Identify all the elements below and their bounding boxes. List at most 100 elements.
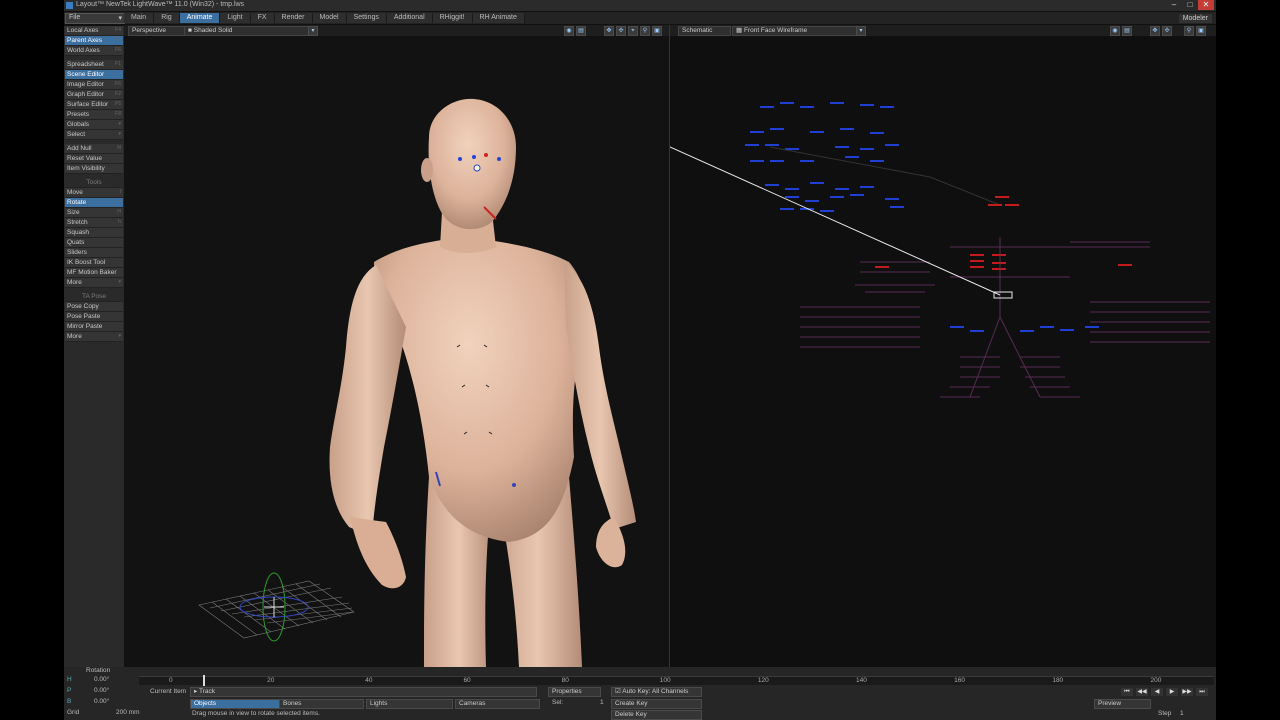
viewport-options-icon[interactable]: ▾	[308, 26, 318, 36]
selected-node[interactable]	[993, 291, 1013, 299]
menu-tab-animate[interactable]: Animate	[179, 13, 221, 23]
sidebar-item-sliders[interactable]: Sliders	[65, 248, 123, 258]
sidebar-item-squash[interactable]: Squash	[65, 228, 123, 238]
menu-tab-light[interactable]: Light	[220, 13, 251, 23]
current-item-dropdown[interactable]: ▸ Track	[190, 687, 537, 697]
render-mode-dropdown[interactable]: ■ Shaded Solid	[184, 26, 309, 36]
menu-tab-render[interactable]: Render	[274, 13, 313, 23]
frame-tick: 120	[757, 677, 769, 684]
goto-start-icon[interactable]: ⏮	[1121, 688, 1133, 696]
p-value-field[interactable]: 0.00°	[94, 687, 109, 695]
auto-key-dropdown[interactable]: ☑ Auto Key: All Channels	[611, 687, 702, 697]
menu-tab-rh-animate[interactable]: RH Animate	[472, 13, 525, 23]
schematic-graph[interactable]	[670, 37, 1216, 667]
wireframe-dropdown[interactable]: ▦ Front Face Wireframe	[732, 26, 857, 36]
sidebar-item-world-axes[interactable]: World Axes F6	[65, 46, 123, 56]
sidebar-item-item-visibility[interactable]: Item Visibility	[65, 164, 123, 174]
search-icon[interactable]: ⚲	[640, 26, 650, 36]
sidebar-item-rotate[interactable]: Rotate y	[65, 198, 123, 208]
sidebar-item-pose-copy[interactable]: Pose Copy	[65, 302, 123, 312]
maximize-view-icon[interactable]: ▣	[652, 26, 662, 36]
maximize-icon[interactable]: □	[1182, 0, 1198, 10]
sidebar-item-local-axes[interactable]: Local Axes F4	[65, 26, 123, 36]
perspective-viewport[interactable]	[124, 37, 669, 667]
frame-ruler[interactable]: 020406080100120140160180200216	[139, 675, 1214, 686]
menu-tab-main[interactable]: Main	[124, 13, 155, 23]
sidebar-item-spreadsheet[interactable]: Spreadsheet F1	[65, 60, 123, 70]
sidebar-item-select[interactable]: Select ▾	[65, 130, 123, 140]
menu-bar: File ▾ Main Rig Animate Light FX Render Model Se…	[64, 12, 1216, 24]
delete-key-button[interactable]: Delete Key	[611, 710, 702, 720]
sidebar-item-globals[interactable]: Globals ▾	[65, 120, 123, 130]
character-model[interactable]	[124, 37, 669, 667]
menu-tab-rhiggit-[interactable]: RHiggit!	[432, 13, 473, 23]
tool-sidebar: Local Axes F4 Parent Axes F5 World Axes F6 Spr…	[64, 26, 124, 706]
sidebar-item-parent-axes[interactable]: Parent Axes F5	[65, 36, 123, 46]
sidebar-item-size[interactable]: Size H	[65, 208, 123, 218]
minimize-icon[interactable]: –	[1166, 0, 1182, 10]
sidebar-item-graph-editor[interactable]: Graph Editor F2	[65, 90, 123, 100]
camera-icon[interactable]: ◉	[564, 26, 574, 36]
timeline-playhead[interactable]	[203, 675, 206, 686]
sidebar-item-add-null[interactable]: Add Null N	[65, 144, 123, 154]
bones-toggle[interactable]: Bones	[279, 699, 364, 709]
sidebar-item-mf-motion-baker[interactable]: MF Motion Baker	[65, 268, 123, 278]
frame-tick: 140	[856, 677, 867, 684]
menu-tab-settings[interactable]: Settings	[346, 13, 387, 23]
frame-tick: 180	[1052, 677, 1064, 684]
sidebar-item-presets[interactable]: Presets F8	[65, 110, 123, 120]
sidebar-item-move[interactable]: Move t	[65, 188, 123, 198]
prev-key-icon[interactable]: ◀◀	[1136, 688, 1148, 696]
b-axis-label: B	[67, 698, 72, 705]
properties-button[interactable]: Properties	[548, 687, 601, 697]
sidebar-item-mirror-paste[interactable]: Mirror Paste	[65, 322, 123, 332]
menu-tab-fx[interactable]: FX	[250, 13, 275, 23]
lights-toggle[interactable]: Lights	[366, 699, 453, 709]
menu-tab-rig[interactable]: Rig	[154, 13, 180, 23]
step-value[interactable]: 1	[1180, 710, 1184, 718]
sidebar-item-reset-value[interactable]: Reset Value	[65, 154, 123, 164]
cameras-toggle[interactable]: Cameras	[455, 699, 540, 709]
next-key-icon[interactable]: ▶▶	[1181, 688, 1193, 696]
zoom-view-icon[interactable]: ⌖	[628, 26, 638, 36]
sidebar-item-stretch[interactable]: Stretch h	[65, 218, 123, 228]
search-icon[interactable]: ⚲	[1184, 26, 1194, 36]
grid-value[interactable]: 200 mm	[116, 709, 139, 717]
viewport-options-icon[interactable]: ▾	[856, 26, 866, 36]
sidebar-item-image-editor[interactable]: Image Editor F6	[65, 80, 123, 90]
frame-tick: 160	[954, 677, 966, 684]
schematic-dropdown[interactable]: Schematic	[678, 26, 731, 36]
sidebar-item-surface-editor[interactable]: Surface Editor F5	[65, 100, 123, 110]
modeler-button[interactable]: Modeler	[1178, 14, 1212, 23]
view-type-dropdown[interactable]: Perspective	[128, 26, 185, 36]
menu-tab-model[interactable]: Model	[312, 13, 347, 23]
play-icon[interactable]: ▶	[1166, 688, 1178, 696]
frame-tick: 20	[267, 677, 275, 684]
objects-toggle[interactable]: Objects	[190, 699, 281, 709]
move-view-icon[interactable]: ✥	[1150, 26, 1160, 36]
rotate-view-icon[interactable]: ✣	[1162, 26, 1172, 36]
sidebar-item-quats[interactable]: Quats	[65, 238, 123, 248]
rotate-view-icon[interactable]: ✣	[616, 26, 626, 36]
layout-icon[interactable]: ▤	[1122, 26, 1132, 36]
h-value-field[interactable]: 0.00°	[94, 676, 109, 684]
play-reverse-icon[interactable]: ◀	[1151, 688, 1163, 696]
goto-end-icon[interactable]: ⏭	[1196, 688, 1208, 696]
create-key-button[interactable]: Create Key	[611, 699, 702, 709]
close-icon[interactable]: ✕	[1198, 0, 1214, 10]
file-menu[interactable]: File ▾	[65, 13, 125, 24]
camera-icon[interactable]: ◉	[1110, 26, 1120, 36]
sidebar-item-pose-paste[interactable]: Pose Paste	[65, 312, 123, 322]
maximize-view-icon[interactable]: ▣	[1196, 26, 1206, 36]
sidebar-item-more[interactable]: More ▾	[65, 278, 123, 288]
layout-icon[interactable]: ▤	[576, 26, 586, 36]
menu-tab-additional[interactable]: Additional	[386, 13, 433, 23]
b-value-field[interactable]: 0.00°	[94, 698, 109, 706]
sidebar-item-ik-boost-tool[interactable]: IK Boost Tool	[65, 258, 123, 268]
move-view-icon[interactable]: ✥	[604, 26, 614, 36]
sidebar-item-scene-editor[interactable]: Scene Editor F1	[65, 70, 123, 80]
sel-label: Sel:	[552, 699, 564, 706]
sidebar-item-more[interactable]: More ▾	[65, 332, 123, 342]
schematic-viewport[interactable]	[670, 37, 1216, 667]
preview-dropdown[interactable]: Preview	[1094, 699, 1151, 709]
